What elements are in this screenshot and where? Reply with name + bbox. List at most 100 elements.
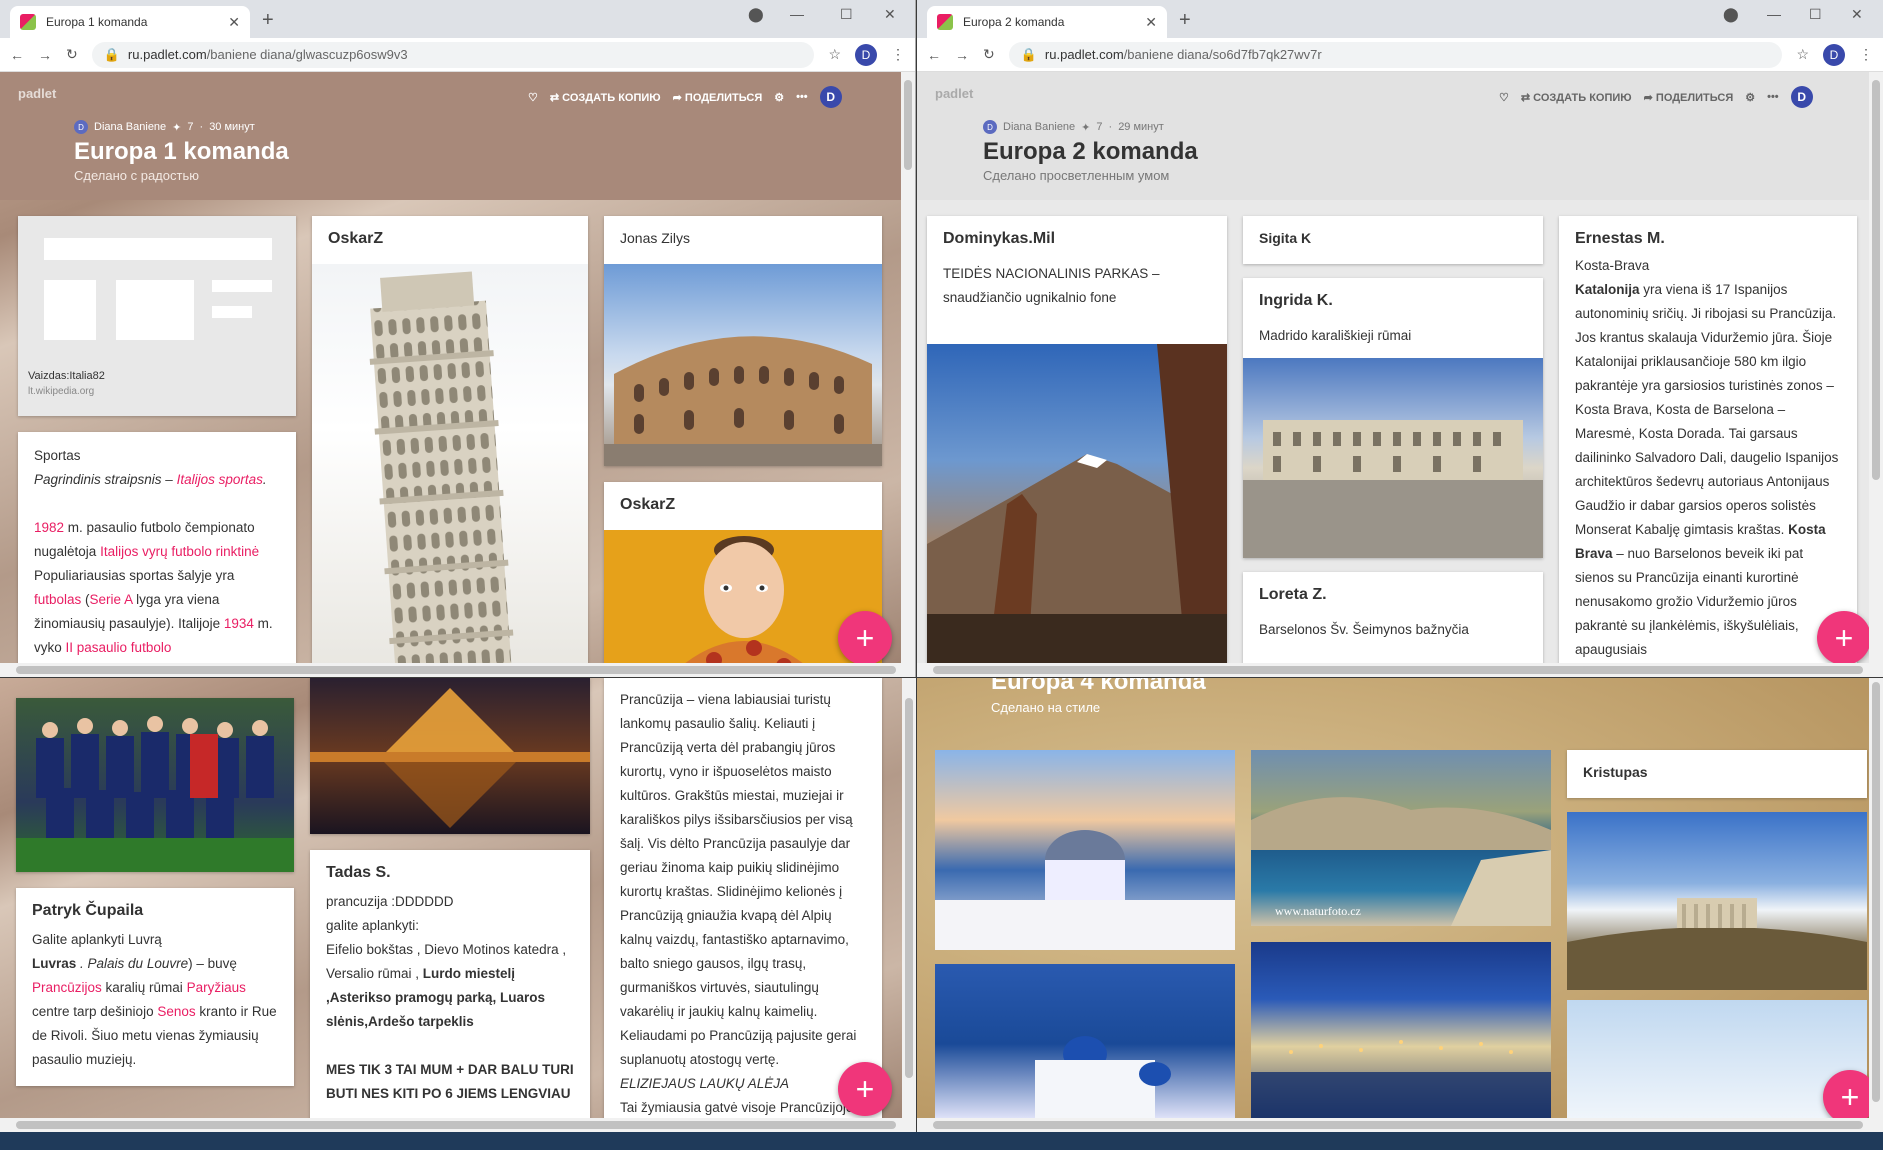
page-content: padlet ♡ ⇄ СОЗДАТЬ КОПИЮ ➦ ПОДЕЛИТЬСЯ ⚙ … [0,72,901,663]
star-icon[interactable]: ☆ [1796,46,1809,63]
horizontal-scrollbar[interactable] [0,663,915,677]
padlet-logo[interactable]: padlet [18,86,56,101]
santorini-blue-image [935,964,1235,1118]
kristupas-card[interactable]: Kristupas [1567,750,1867,798]
forward-icon[interactable]: → [38,47,52,63]
copy-button[interactable]: ⇄ СОЗДАТЬ КОПИЮ [550,91,661,104]
copy-button[interactable]: ⇄ СОЗДАТЬ КОПИЮ [1521,91,1632,104]
close-tab-icon[interactable]: ✕ [228,14,240,31]
browser-window-4: Europa 4 komanda Сделано на стиле www.na… [917,678,1883,1132]
new-tab-icon[interactable]: + [262,9,274,32]
author-name: Diana Baniene [94,121,167,133]
browser-tab[interactable]: Europa 1 komanda ✕ [10,6,250,38]
minimize-icon[interactable]: — [1767,6,1781,22]
sigita-card[interactable]: Sigita K [1243,216,1543,264]
menu-icon[interactable]: ⋮ [891,46,905,63]
more-icon[interactable]: ••• [796,91,808,103]
ingrida-card[interactable]: Ingrida K. Madrido karališkieji rūmai [1243,278,1543,558]
add-post-button[interactable]: + [838,1062,892,1116]
back-icon[interactable]: ← [10,47,24,63]
reload-icon[interactable]: ↻ [983,46,995,63]
watermark: www.naturfoto.cz [1275,904,1361,918]
heart-icon[interactable]: ♡ [1499,91,1509,104]
horizontal-scrollbar[interactable] [0,1118,916,1132]
ernestas-card[interactable]: Ernestas M. Kosta-Brava Katalonija yra v… [1559,216,1857,663]
browser-tab[interactable]: Europa 2 komanda ✕ [927,6,1167,38]
add-post-button[interactable]: + [838,611,892,663]
more-icon[interactable]: ••• [1767,91,1779,103]
wiki-link-card[interactable]: Vaizdas:Italia82 lt.wikipedia.org [18,216,296,416]
loreta-card[interactable]: Loreta Z. Barselonos Šv. Šeimynos bažnyč… [1243,572,1543,663]
santorini-card-2[interactable] [935,964,1235,1118]
time-ago: 29 минут [1118,121,1164,133]
island-image: www.naturfoto.cz [1251,750,1551,926]
lock-icon: 🔒 [103,46,120,62]
horizontal-scrollbar[interactable] [917,1118,1883,1132]
football-team-card[interactable] [16,698,294,872]
avatar[interactable]: D [855,43,877,66]
link-title: Vaizdas:Italia82 [28,370,105,382]
acropolis-card[interactable] [1567,812,1867,990]
author-avatar: D [74,120,88,134]
star-icon[interactable]: ☆ [828,46,841,63]
maximize-icon[interactable]: ☐ [1809,6,1822,23]
acropolis-image [1567,812,1867,990]
address-bar: ← → ↻ 🔒 ru.padlet.com/baniene diana/glwa… [0,38,915,72]
avatar[interactable]: D [819,86,842,108]
colosseum-image [604,264,882,466]
harbor-card[interactable] [1251,942,1551,1118]
profile-icon[interactable]: ⬤ [748,6,764,23]
tadas-card[interactable]: Tadas S. prancuzija :DDDDDD galite aplan… [310,850,590,1118]
add-post-button[interactable]: + [1823,1070,1869,1118]
page-subtitle: Сделано просветленным умом [983,168,1170,183]
vertical-scrollbar[interactable] [901,72,915,663]
louvre-image [310,678,590,834]
heart-icon[interactable]: ♡ [528,91,538,104]
minimize-icon[interactable]: — [790,6,804,22]
oskarz-card[interactable]: OskarZ [312,216,588,663]
sky-card[interactable] [1567,1000,1867,1118]
reload-icon[interactable]: ↻ [66,46,78,63]
sky-image [1567,1000,1867,1118]
forward-icon[interactable]: → [955,47,969,63]
profile-icon[interactable]: ⬤ [1723,6,1739,23]
url-field[interactable]: 🔒 ru.padlet.com/baniene diana/glwascuzp6… [91,41,815,68]
link[interactable]: Italijos sportas [177,472,263,487]
harbor-image [1251,942,1551,1118]
close-tab-icon[interactable]: ✕ [1145,14,1157,31]
new-tab-icon[interactable]: + [1179,9,1191,32]
close-window-icon[interactable]: ✕ [1851,6,1863,23]
horizontal-scrollbar[interactable] [917,663,1883,677]
back-icon[interactable]: ← [927,47,941,63]
url-field[interactable]: 🔒 ru.padlet.com/baniene diana/so6d7fb7qk… [1008,41,1783,68]
share-button[interactable]: ➦ ПОДЕЛИТЬСЯ [673,91,763,104]
gear-icon[interactable]: ⚙ [1745,91,1755,104]
close-window-icon[interactable]: ✕ [884,6,896,23]
tower-image [312,264,588,663]
sportas-card[interactable]: Sportas Pagrindinis straipsnis – Italijo… [18,432,296,663]
add-post-button[interactable]: + [1817,611,1869,663]
gear-icon[interactable]: ⚙ [774,91,784,104]
louvre-card[interactable] [310,678,590,834]
france-text-card[interactable]: Prancūzija – viena labiausiai turistų la… [604,678,882,1118]
santorini-card[interactable] [935,750,1235,950]
tab-title: Europa 1 komanda [46,15,148,29]
avatar[interactable]: D [1823,43,1845,66]
padlet-logo[interactable]: padlet [935,86,973,101]
share-button[interactable]: ➦ ПОДЕЛИТЬСЯ [1644,91,1734,104]
vertical-scrollbar[interactable] [1869,72,1883,663]
dominykas-card[interactable]: Dominykas.Mil TEIDĖS NACIONALINIS PARKAS… [927,216,1227,663]
author-name: Diana Baniene [1003,121,1076,133]
card-author: OskarZ [620,496,676,513]
teide-image [927,344,1227,663]
vertical-scrollbar[interactable] [902,678,916,1118]
island-card[interactable]: www.naturfoto.cz [1251,750,1551,926]
menu-icon[interactable]: ⋮ [1859,46,1873,63]
jonas-card[interactable]: Jonas Zilys [604,216,882,466]
vertical-scrollbar[interactable] [1869,678,1883,1118]
address-bar: ← → ↻ 🔒 ru.padlet.com/baniene diana/so6d… [917,38,1883,72]
avatar[interactable]: D [1790,86,1813,108]
patryk-card[interactable]: Patryk Čupaila Galite aplankyti Luvrą Lu… [16,888,294,1086]
maximize-icon[interactable]: ☐ [840,6,853,23]
time-ago: 30 минут [209,121,255,133]
